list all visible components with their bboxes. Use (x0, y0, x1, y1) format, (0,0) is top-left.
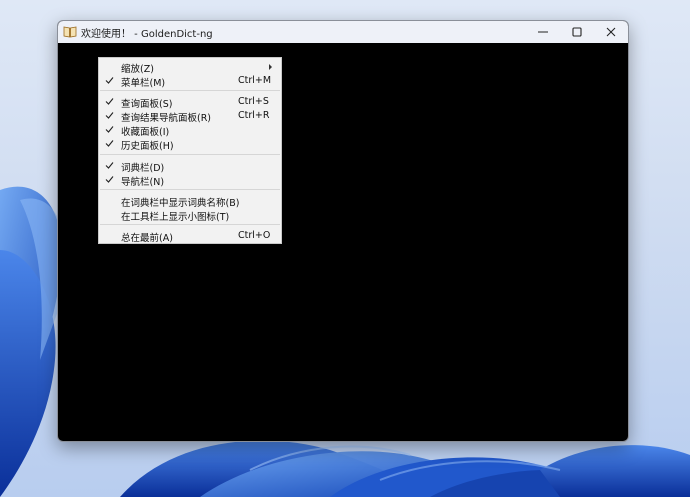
menu-item-label: 收藏面板(I) (121, 127, 170, 138)
close-icon (606, 27, 616, 37)
maximize-icon (572, 27, 582, 37)
book-icon (63, 26, 77, 38)
menu-item-dictionary-bar[interactable]: 词典栏(D) (99, 159, 281, 174)
caption-buttons (526, 21, 628, 43)
checkmark-icon (105, 98, 114, 105)
view-context-menu: 缩放(Z) 菜单栏(M) Ctrl+M 查询面板(S) Ctrl+S 查询结果导… (98, 57, 282, 244)
menu-item-show-dict-names[interactable]: 在词典栏中显示词典名称(B) (99, 194, 281, 209)
menu-item-label: 菜单栏(M) (121, 78, 166, 89)
menu-item-history-pane[interactable]: 历史面板(H) (99, 137, 281, 152)
window-title: 欢迎使用！ - GoldenDict-ng (81, 28, 213, 40)
checkmark-icon (105, 140, 114, 147)
menu-item-results-nav-pane[interactable]: 查询结果导航面板(R) Ctrl+R (99, 109, 281, 124)
menu-separator (100, 224, 280, 225)
menu-item-label: 导航栏(N) (121, 177, 165, 188)
minimize-icon (538, 31, 548, 33)
menu-item-shortcut: Ctrl+R (238, 110, 270, 121)
menu-item-label: 词典栏(D) (121, 163, 165, 174)
title-bar[interactable]: 欢迎使用！ - GoldenDict-ng (58, 21, 628, 43)
checkmark-icon (105, 126, 114, 133)
menu-item-label: 在词典栏中显示词典名称(B) (121, 198, 240, 209)
menu-item-shortcut: Ctrl+S (238, 96, 269, 107)
close-button[interactable] (594, 21, 628, 43)
menu-separator (100, 154, 280, 155)
menu-item-always-on-top[interactable]: 总在最前(A) Ctrl+O (99, 229, 281, 244)
checkmark-icon (105, 162, 114, 169)
menu-separator (100, 189, 280, 190)
menu-item-navigation-bar[interactable]: 导航栏(N) (99, 173, 281, 188)
menu-item-search-pane[interactable]: 查询面板(S) Ctrl+S (99, 95, 281, 110)
menu-separator (100, 90, 280, 91)
checkmark-icon (105, 112, 114, 119)
menu-item-menubar[interactable]: 菜单栏(M) Ctrl+M (99, 74, 281, 89)
minimize-button[interactable] (526, 21, 560, 43)
menu-item-shortcut: Ctrl+O (238, 230, 271, 241)
menu-item-favorites-pane[interactable]: 收藏面板(I) (99, 123, 281, 138)
menu-item-shortcut: Ctrl+M (238, 75, 272, 86)
menu-item-label: 查询面板(S) (121, 99, 173, 110)
menu-item-label: 总在最前(A) (121, 233, 173, 244)
maximize-button[interactable] (560, 21, 594, 43)
menu-item-label: 在工具栏上显示小图标(T) (121, 212, 230, 223)
checkmark-icon (105, 176, 114, 183)
menu-item-zoom[interactable]: 缩放(Z) (99, 60, 281, 75)
checkmark-icon (105, 77, 114, 84)
menu-item-small-toolbar-icons[interactable]: 在工具栏上显示小图标(T) (99, 208, 281, 223)
menu-item-label: 历史面板(H) (121, 141, 174, 152)
menu-item-label: 缩放(Z) (121, 64, 154, 75)
menu-item-label: 查询结果导航面板(R) (121, 113, 212, 124)
submenu-arrow-icon (269, 64, 272, 70)
